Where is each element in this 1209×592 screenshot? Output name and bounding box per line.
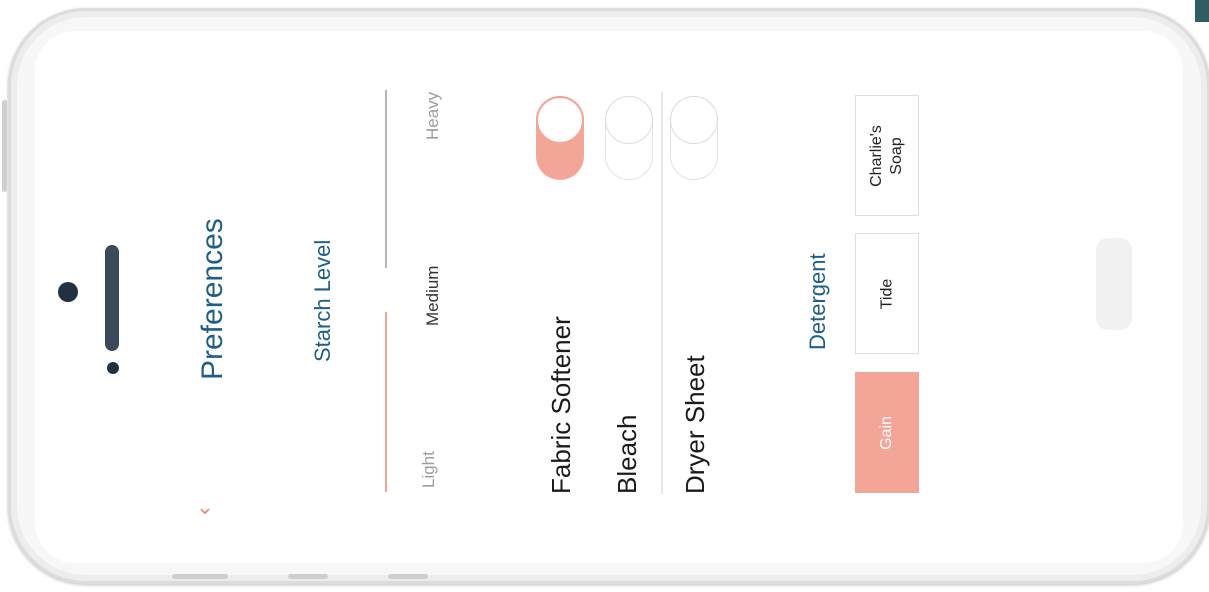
starch-track-filled xyxy=(385,312,387,492)
fabric-softener-toggle-knob xyxy=(536,96,584,144)
dryer-sheet-toggle[interactable] xyxy=(670,96,718,180)
section-divider xyxy=(661,92,663,494)
detergent-option-charlies-soap-label: Charlie's Soap xyxy=(868,124,905,187)
mute-switch xyxy=(388,574,428,579)
phone-frame xyxy=(8,8,1209,584)
fabric-softener-label: Fabric Softener xyxy=(546,316,576,494)
detergent-option-charlies-soap[interactable]: Charlie's Soap xyxy=(855,95,919,216)
dryer-sheet-label: Dryer Sheet xyxy=(680,355,710,494)
chevron-down-icon[interactable]: ⌄ xyxy=(194,494,216,519)
detergent-option-tide-label: Tide xyxy=(878,278,895,309)
detergent-option-tide[interactable]: Tide xyxy=(855,233,919,354)
starch-option-light[interactable]: Light xyxy=(419,451,439,488)
starch-option-heavy[interactable]: Heavy xyxy=(423,92,443,140)
starch-level-label: Starch Level xyxy=(310,239,335,362)
power-button xyxy=(2,100,7,192)
bleach-label: Bleach xyxy=(612,414,642,495)
earpiece-speaker xyxy=(105,245,119,351)
bleach-toggle-knob xyxy=(605,96,653,144)
detergent-option-gain[interactable]: Gain xyxy=(855,372,919,493)
dryer-sheet-toggle-knob xyxy=(670,96,718,144)
proximity-sensor-icon xyxy=(107,362,119,374)
bleach-toggle[interactable] xyxy=(605,96,653,180)
volume-button-up xyxy=(172,574,228,579)
home-button[interactable] xyxy=(1096,238,1132,330)
starch-track-remaining xyxy=(385,90,387,268)
corner-tab xyxy=(1195,0,1209,22)
page-title: Preferences xyxy=(196,218,229,380)
detergent-label: Detergent xyxy=(805,253,830,350)
starch-option-medium[interactable]: Medium xyxy=(423,266,443,326)
detergent-option-gain-label: Gain xyxy=(877,415,895,450)
volume-button-down xyxy=(288,574,328,579)
front-camera-icon xyxy=(58,282,78,302)
fabric-softener-toggle[interactable] xyxy=(536,96,584,180)
